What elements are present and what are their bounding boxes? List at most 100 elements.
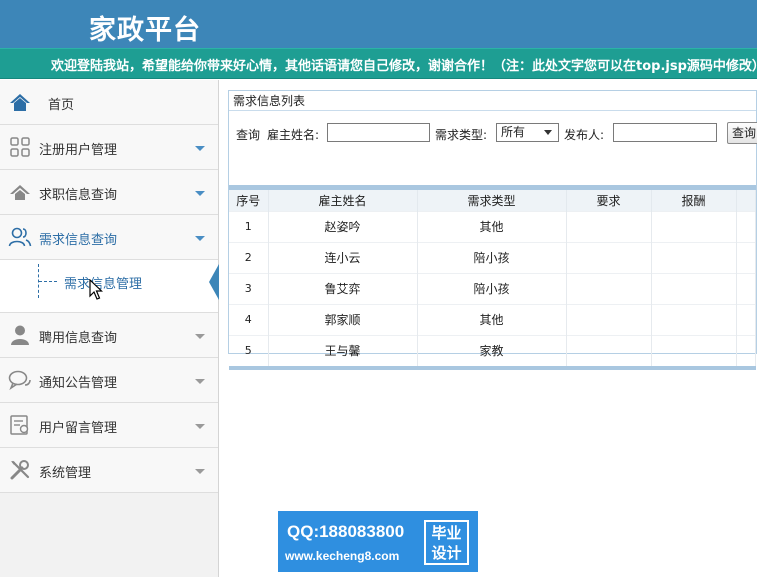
pay-cell [651, 272, 737, 304]
grid-bottom-border [229, 366, 756, 370]
sidebar-item-message-management[interactable]: 用户留言管理 [0, 403, 218, 448]
extra-cell [736, 241, 756, 273]
badge-line: 设计 [431, 544, 462, 562]
row-index: 5 [229, 334, 269, 366]
sidebar-item-label: 首页 [48, 98, 75, 113]
row-index: 1 [229, 210, 269, 242]
submenu-item-demand-management[interactable]: 需求信息管理 [64, 273, 142, 292]
badge-line: 毕业 [431, 524, 462, 542]
search-button[interactable]: 查询 [727, 122, 757, 144]
pay-cell [651, 334, 737, 366]
tools-icon [8, 459, 32, 481]
chevron-down-icon [195, 379, 205, 384]
requirement-cell [566, 241, 652, 273]
demand-table: 序号 雇主姓名 需求类型 要求 报酬 1 赵姿吟 其他 2 连小云 陪小孩 3 … [229, 190, 756, 366]
chevron-down-icon [195, 236, 205, 241]
demand-type-value: 所有 [501, 125, 526, 139]
table-row[interactable]: 2 连小云 陪小孩 [229, 241, 756, 273]
sidebar-item-label: 通知公告管理 [39, 376, 118, 391]
search-bar: 查询 雇主姓名: 需求类型: 所有 发布人: 查询 [229, 111, 757, 163]
sidebar-item-user-management[interactable]: 注册用户管理 [0, 125, 218, 170]
home-icon [8, 91, 32, 113]
row-index: 2 [229, 241, 269, 273]
chat-icon [8, 369, 32, 391]
requirement-cell [566, 272, 652, 304]
table-row[interactable]: 5 王与馨 家教 [229, 334, 756, 366]
employer-name-cell: 赵姿吟 [268, 210, 418, 242]
employer-name-label: 雇主姓名: [267, 128, 320, 142]
demand-list-panel: 需求信息列表 查询 雇主姓名: 需求类型: 所有 发布人: 查询 序号 雇主姓名 [228, 90, 757, 370]
publisher-input[interactable] [613, 123, 717, 142]
sidebar-item-label: 注册用户管理 [39, 143, 118, 158]
row-index: 3 [229, 272, 269, 304]
site-title: 家政平台 [89, 15, 201, 46]
sidebar-item-label: 用户留言管理 [39, 421, 118, 436]
publisher-label: 发布人: [564, 128, 605, 142]
sidebar-item-label: 求职信息查询 [39, 188, 118, 203]
extra-cell [736, 303, 756, 335]
home-icon [8, 181, 32, 203]
sidebar-item-job-query[interactable]: 求职信息查询 [0, 170, 218, 215]
table-row[interactable]: 4 郭家顺 其他 [229, 303, 756, 335]
demand-type-cell: 陪小孩 [417, 272, 567, 304]
watermark-badge: 毕业 设计 [424, 520, 469, 565]
requirement-cell [566, 210, 652, 242]
watermark-url: www.kecheng8.com [285, 549, 400, 563]
requirement-cell [566, 303, 652, 335]
marquee-text: 欢迎登陆我站，希望能给你带来好心情，其他话语请您自己修改，谢谢合作！（注：此处文… [51, 59, 757, 74]
chevron-down-icon [195, 469, 205, 474]
demand-type-cell: 陪小孩 [417, 241, 567, 273]
demand-type-cell: 家教 [417, 334, 567, 366]
submenu-demand: 需求信息管理 [0, 260, 219, 313]
top-header: 家政平台 [0, 0, 757, 48]
extra-cell [736, 334, 756, 366]
pay-cell [651, 303, 737, 335]
employer-name-cell: 鲁艾弈 [268, 272, 418, 304]
table-header-row: 序号 雇主姓名 需求类型 要求 报酬 [229, 190, 756, 211]
sidebar-item-home[interactable]: 首页 [0, 80, 218, 125]
tree-branch [39, 281, 57, 282]
table-row[interactable]: 1 赵姿吟 其他 [229, 210, 756, 242]
row-index: 4 [229, 303, 269, 335]
sidebar-item-demand-query[interactable]: 需求信息查询 [0, 215, 218, 260]
mouse-cursor-icon [89, 279, 103, 300]
watermark-banner: QQ:188083800 www.kecheng8.com 毕业 设计 [278, 511, 478, 572]
column-header: 序号 [229, 190, 269, 211]
chevron-down-icon [195, 334, 205, 339]
pay-cell [651, 210, 737, 242]
sidebar-item-label: 聘用信息查询 [39, 331, 118, 346]
employer-name-cell: 郭家顺 [268, 303, 418, 335]
column-header: 雇主姓名 [268, 190, 418, 211]
sidebar-menu: 首页 注册用户管理 求职信息查询 需求信息查询 需求信息管理 聘用信息查询 通知… [0, 80, 219, 493]
sidebar: 首页 注册用户管理 求职信息查询 需求信息查询 需求信息管理 聘用信息查询 通知… [0, 80, 219, 577]
sidebar-item-hire-query[interactable]: 聘用信息查询 [0, 313, 218, 358]
demand-type-label: 需求类型: [435, 128, 488, 142]
sidebar-item-label: 系统管理 [39, 466, 92, 481]
employer-name-cell: 连小云 [268, 241, 418, 273]
employer-name-cell: 王与馨 [268, 334, 418, 366]
active-pointer-icon [209, 264, 219, 300]
sidebar-item-system-management[interactable]: 系统管理 [0, 448, 218, 493]
extra-cell [736, 272, 756, 304]
users-icon [8, 226, 32, 248]
sidebar-item-notice-management[interactable]: 通知公告管理 [0, 358, 218, 403]
demand-type-cell: 其他 [417, 210, 567, 242]
column-header [736, 190, 756, 211]
pay-cell [651, 241, 737, 273]
extra-cell [736, 210, 756, 242]
watermark-qq: QQ:188083800 [287, 522, 405, 541]
panel-title: 需求信息列表 [229, 91, 756, 111]
search-prefix: 查询 [236, 128, 261, 142]
column-header: 需求类型 [417, 190, 567, 211]
grid-icon [8, 136, 32, 158]
table-row[interactable]: 3 鲁艾弈 陪小孩 [229, 272, 756, 304]
demand-type-cell: 其他 [417, 303, 567, 335]
dropdown-arrow-icon [544, 130, 552, 135]
employer-name-input[interactable] [327, 123, 430, 142]
welcome-marquee: 欢迎登陆我站，希望能给你带来好心情，其他话语请您自己修改，谢谢合作！（注：此处文… [0, 48, 757, 79]
sidebar-item-label: 需求信息查询 [39, 233, 118, 248]
column-header: 报酬 [651, 190, 737, 211]
app-window: 家政平台 欢迎登陆我站，希望能给你带来好心情，其他话语请您自己修改，谢谢合作！（… [0, 0, 757, 577]
chevron-down-icon [195, 146, 205, 151]
demand-type-select[interactable]: 所有 [496, 123, 559, 142]
